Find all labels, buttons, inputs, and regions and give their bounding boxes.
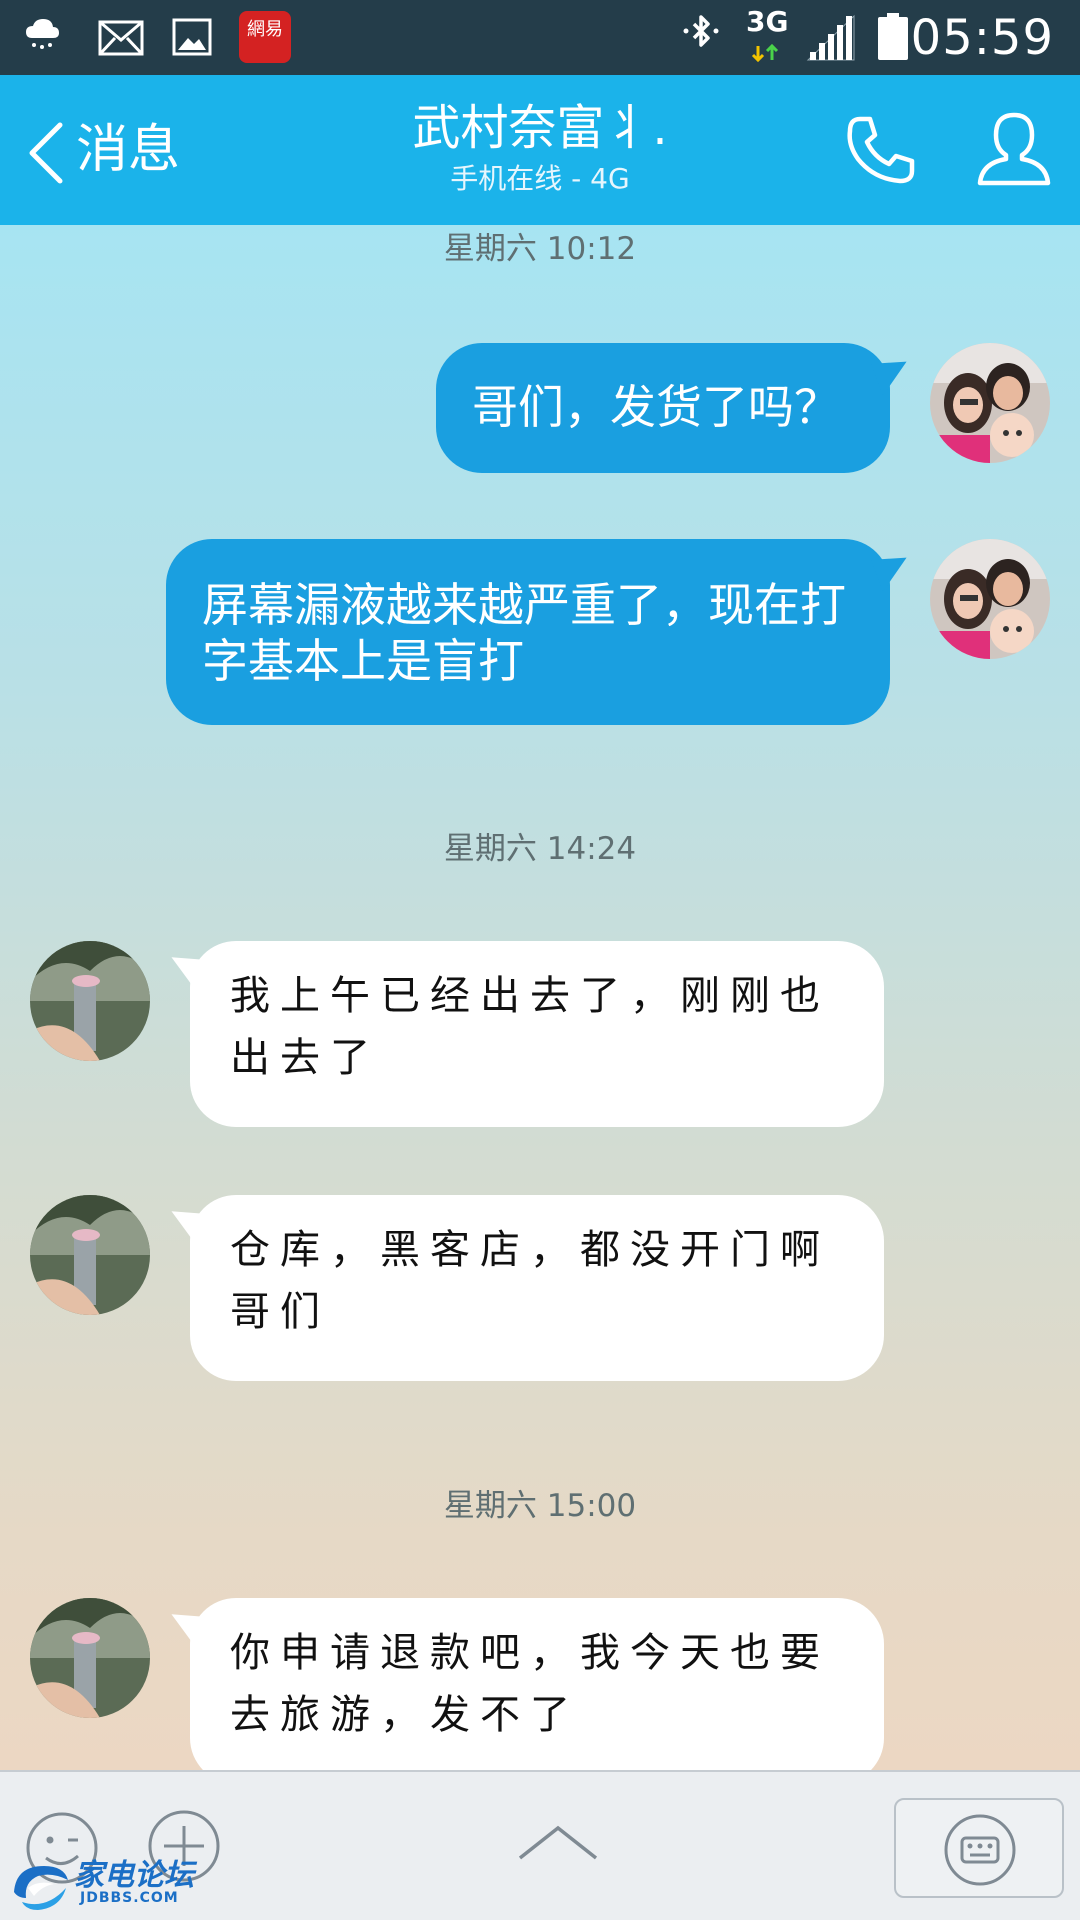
contact-avatar[interactable] xyxy=(30,941,150,1061)
incoming-message-bubble[interactable]: 仓库，黑客店，都没开门啊哥们 xyxy=(190,1195,884,1381)
battery-icon xyxy=(876,12,910,66)
call-button[interactable] xyxy=(844,113,918,187)
bluetooth-icon xyxy=(676,12,726,66)
phone-icon xyxy=(847,116,915,184)
chevron-up-icon xyxy=(518,1825,598,1860)
outgoing-message-bubble[interactable]: 屏幕漏液越来越严重了，现在打字基本上是盲打 xyxy=(166,539,890,725)
incoming-message-bubble[interactable]: 我上午已经出去了，刚刚也出去了 xyxy=(190,941,884,1127)
expand-panel-button[interactable] xyxy=(516,1820,600,1864)
netease-label: 網易 xyxy=(247,19,283,40)
chat-header: 消息 武村奈富丬. 手机在线 - 4G xyxy=(0,75,1080,225)
timestamp: 星期六 14:24 xyxy=(443,831,637,867)
status-bar: 網易 3G 05:59 xyxy=(0,0,1080,75)
my-avatar[interactable] xyxy=(930,343,1050,463)
timestamp: 星期六 10:12 xyxy=(443,231,637,267)
outgoing-message-bubble[interactable]: 哥们，发货了吗？ xyxy=(436,343,890,473)
forum-logo-icon xyxy=(14,1866,68,1910)
message-list[interactable]: 星期六 10:12 哥们，发货了吗？ 屏幕漏液越来越严重了，现在打字基本上是盲打 xyxy=(0,225,1080,1770)
my-avatar[interactable] xyxy=(930,539,1050,659)
watermark-subtext: JDBBS.COM xyxy=(80,1890,179,1906)
image-icon xyxy=(172,18,212,60)
netease-app-icon: 網易 xyxy=(238,10,292,68)
back-label: 消息 xyxy=(76,120,181,180)
chevron-left-icon xyxy=(26,121,66,189)
keyboard-toggle-button[interactable] xyxy=(894,1798,1064,1898)
keyboard-icon xyxy=(944,1814,1016,1886)
mail-icon xyxy=(98,20,144,60)
timestamp: 星期六 15:00 xyxy=(443,1488,637,1524)
contact-profile-button[interactable] xyxy=(974,109,1054,189)
status-time: 05:59 xyxy=(910,10,1054,66)
incoming-message-bubble[interactable]: 你申请退款吧，我今天也要去旅游，发不了 xyxy=(190,1598,884,1770)
watermark-text: 家电论坛 xyxy=(74,1858,194,1893)
contact-online-status: 手机在线 - 4G xyxy=(450,162,630,195)
contact-name[interactable]: 武村奈富丬. xyxy=(290,97,790,159)
person-icon xyxy=(977,112,1051,186)
contact-avatar[interactable] xyxy=(30,1598,150,1718)
forum-watermark: 家电论坛 JDBBS.COM xyxy=(8,1856,228,1916)
signal-icon xyxy=(806,14,856,66)
chat-screen: 網易 3G 05:59 消息 武村奈富丬. 手机在线 - 4G 星期六 10:1… xyxy=(0,0,1080,1920)
back-button[interactable]: 消息 xyxy=(26,107,196,193)
cloud-weather-icon xyxy=(22,14,62,58)
contact-avatar[interactable] xyxy=(30,1195,150,1315)
